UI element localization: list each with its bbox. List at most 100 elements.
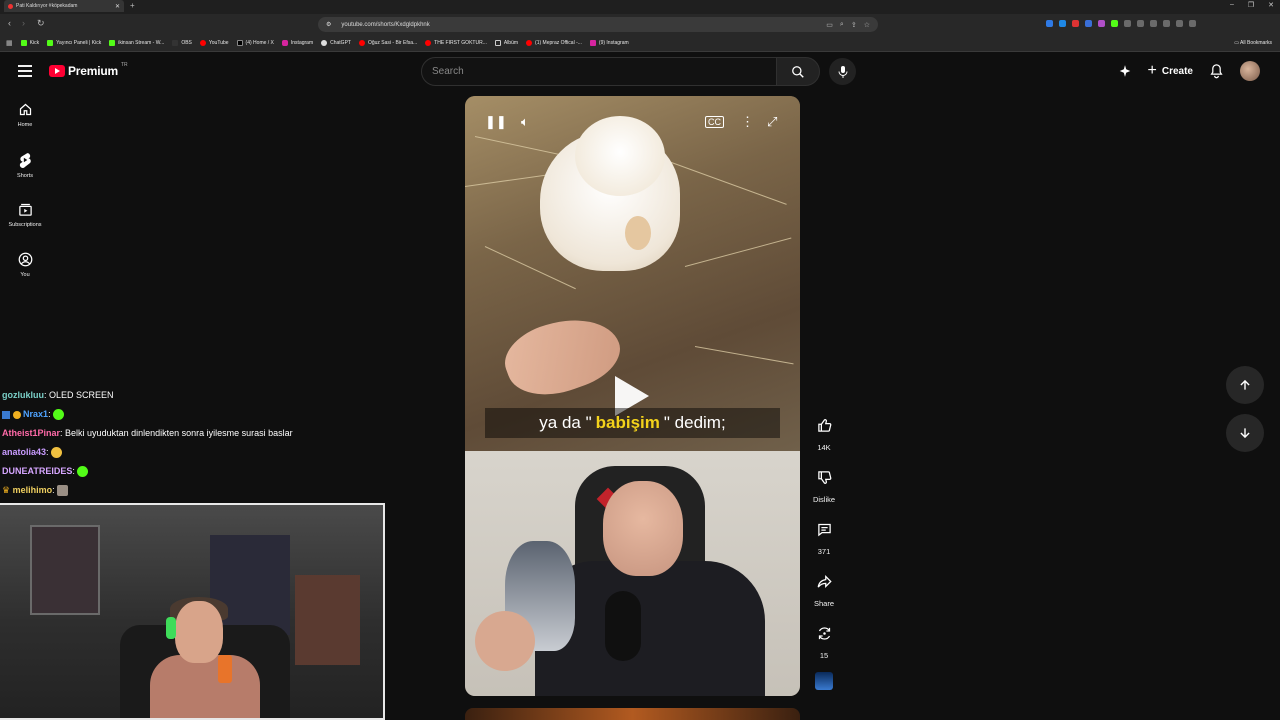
share-label: Share: [813, 599, 834, 608]
bookmark-item[interactable]: Albüm: [494, 40, 518, 46]
puzzle-extensions-icon[interactable]: [1137, 20, 1144, 27]
comments-button[interactable]: 371: [805, 516, 843, 556]
extension-icon[interactable]: [1085, 20, 1092, 27]
stream-chat-overlay: gozlukluu: OLED SCREEN Nrax1: Atheist1Pi…: [2, 386, 382, 500]
url-text[interactable]: youtube.com/shorts/Kxdgldpkhnk: [341, 22, 429, 28]
bookmark-item[interactable]: Yayıncı Paneli | Kick: [47, 40, 101, 46]
kick-icon: [47, 40, 54, 46]
puppy-ear: [625, 216, 651, 250]
wall-poster: [295, 575, 360, 665]
remix-button[interactable]: 15: [805, 620, 843, 660]
minimize-icon[interactable]: –: [1230, 1, 1234, 9]
extension-icon[interactable]: [1111, 20, 1118, 27]
thumbs-down-icon: [817, 471, 831, 484]
share-button[interactable]: Share: [805, 568, 843, 608]
chat-message: Atheist1Pinar: Belki uyuduktan dinlendik…: [2, 428, 293, 438]
crown-badge-icon: ♛: [2, 485, 11, 495]
x-icon: [236, 40, 243, 46]
shorts-video-player[interactable]: ❚❚ 🔈︎ CC ⋮ ⤢ ya da " babişim " dedim;: [465, 96, 800, 696]
restore-icon[interactable]: ❐: [1248, 1, 1254, 9]
wall-poster: [30, 525, 100, 615]
next-short-preview[interactable]: [465, 708, 800, 720]
search-box[interactable]: [421, 57, 777, 86]
previous-short-button[interactable]: [1226, 366, 1264, 404]
avatar[interactable]: [1240, 61, 1260, 81]
like-button[interactable]: 14K: [805, 412, 843, 452]
browser-tab[interactable]: Pati Kaldırıyor #köpekadam ✕: [4, 0, 124, 12]
search-input[interactable]: [432, 66, 776, 77]
bookmark-item[interactable]: THE FIRST GOKTUR...: [425, 40, 487, 46]
sidebar-item-subscriptions[interactable]: Subscriptions: [0, 192, 50, 238]
more-options-icon[interactable]: ⋮: [741, 114, 754, 130]
pause-icon[interactable]: ❚❚: [485, 114, 507, 130]
bookmark-item[interactable]: OBS: [172, 40, 192, 46]
reload-icon[interactable]: ↻: [37, 18, 45, 29]
extension-icon[interactable]: [1072, 20, 1079, 27]
apps-grid-icon[interactable]: ▦: [6, 39, 13, 47]
site-info-icon[interactable]: ⚙: [326, 21, 331, 28]
omnibox[interactable]: ⚙ youtube.com/shorts/Kxdgldpkhnk ▭ ⌕ ⇪ ☆: [318, 17, 878, 32]
subscriptions-icon: [18, 203, 32, 216]
youtube-icon: [199, 40, 206, 46]
create-button[interactable]: + Create: [1148, 62, 1193, 80]
extensions-bar: [1046, 20, 1196, 27]
cast-icon[interactable]: ▭: [826, 21, 833, 29]
youtube-icon: [425, 40, 432, 46]
bookmark-item[interactable]: Kick: [20, 40, 39, 46]
badge-icon: [2, 410, 10, 419]
captions-icon[interactable]: CC: [705, 116, 724, 128]
all-bookmarks[interactable]: ▭ All Bookmarks: [1234, 40, 1272, 46]
bookmark-item[interactable]: ikinsan Stream - W...: [109, 40, 164, 46]
folder-icon: [494, 40, 501, 46]
media-icon[interactable]: [1150, 20, 1157, 27]
ai-sparkle-icon[interactable]: [1118, 64, 1132, 78]
sidebar-item-you[interactable]: You: [0, 242, 50, 288]
notifications-bell-icon[interactable]: [1209, 63, 1224, 79]
zoom-icon[interactable]: ⌕: [840, 21, 844, 29]
video-subtitle: ya da " babişim " dedim;: [485, 408, 780, 438]
extension-icon[interactable]: [1059, 20, 1066, 27]
bookmark-item[interactable]: (9) Instagram: [589, 40, 629, 46]
bookmark-item[interactable]: YouTube: [199, 40, 229, 46]
chatgpt-icon: [321, 40, 328, 46]
bookmark-item[interactable]: (1) Mepraz Offical -...: [526, 40, 582, 46]
sound-thumbnail[interactable]: [815, 672, 833, 690]
menu-icon[interactable]: [18, 65, 32, 77]
fullscreen-icon[interactable]: ⤢: [767, 114, 777, 130]
sidebar-item-home[interactable]: Home: [0, 92, 50, 138]
extension-icon[interactable]: [1046, 20, 1053, 27]
studio-microphone: [605, 591, 641, 661]
new-tab-icon[interactable]: +: [130, 1, 135, 10]
like-count: 14K: [817, 443, 831, 452]
close-window-icon[interactable]: ✕: [1268, 1, 1274, 9]
voice-search-button[interactable]: [829, 58, 856, 85]
bookmark-item[interactable]: Instagram: [281, 40, 313, 46]
bookmark-item[interactable]: ChatGPT: [321, 40, 351, 46]
forward-icon[interactable]: ›: [22, 18, 25, 28]
sidebar-item-shorts[interactable]: Shorts: [0, 142, 50, 188]
sidepanel-icon[interactable]: [1163, 20, 1170, 27]
bookmark-item[interactable]: Oğuz Sasi - Bir Efsa...: [358, 40, 417, 46]
extension-icon[interactable]: [1124, 20, 1131, 27]
volume-icon[interactable]: 🔈︎: [521, 114, 529, 130]
emote-icon: [51, 447, 63, 459]
dislike-button[interactable]: Dislike: [805, 464, 843, 504]
creator-hand: [475, 611, 535, 671]
chat-message: Nrax1:: [2, 405, 382, 424]
youtube-premium-logo[interactable]: Premium TR: [49, 62, 128, 78]
dislike-label: Dislike: [812, 495, 836, 504]
next-short-button[interactable]: [1226, 414, 1264, 452]
bookmark-star-icon[interactable]: ☆: [864, 21, 870, 29]
share-page-icon[interactable]: ⇪: [851, 21, 857, 29]
remix-icon: [818, 627, 830, 640]
close-tab-icon[interactable]: ✕: [115, 3, 120, 10]
extension-icon[interactable]: [1098, 20, 1105, 27]
back-icon[interactable]: ‹: [8, 18, 11, 28]
bookmark-item[interactable]: (4) Home / X: [236, 40, 274, 46]
profile-icon[interactable]: [1176, 20, 1183, 27]
menu-dots-icon[interactable]: [1189, 20, 1196, 27]
tab-title: Pati Kaldırıyor #köpekadam: [16, 3, 78, 9]
puppy-head: [575, 116, 665, 196]
search-button[interactable]: [776, 57, 820, 86]
thumbs-up-icon: [817, 419, 831, 432]
